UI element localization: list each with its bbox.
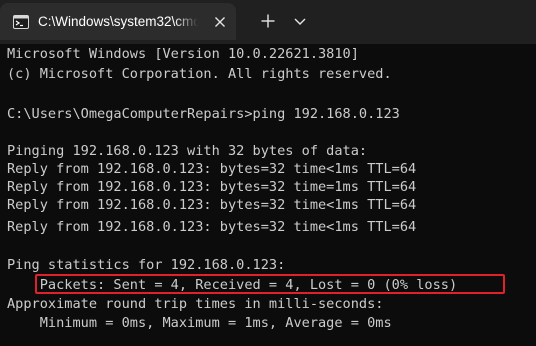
terminal-line: Minimum = 0ms, Maximum = 1ms, Average = … bbox=[7, 315, 392, 331]
terminal-line: Reply from 192.168.0.123: bytes=32 time=… bbox=[7, 179, 417, 195]
title-bar: C:\Windows\system32\cmd.exe bbox=[0, 0, 536, 44]
tab-title: C:\Windows\system32\cmd.exe bbox=[38, 14, 198, 29]
terminal-line: (c) Microsoft Corporation. All rights re… bbox=[7, 66, 392, 82]
terminal-window: C:\Windows\system32\cmd.exe Microsoft Wi… bbox=[0, 0, 536, 346]
chevron-down-icon[interactable] bbox=[292, 13, 308, 29]
terminal-line: Reply from 192.168.0.123: bytes=32 time<… bbox=[7, 219, 417, 235]
terminal-output[interactable]: Microsoft Windows [Version 10.0.22621.38… bbox=[7, 45, 532, 346]
tab-cmd[interactable]: C:\Windows\system32\cmd.exe bbox=[0, 3, 236, 40]
close-icon[interactable] bbox=[212, 14, 228, 30]
terminal-line: Ping statistics for 192.168.0.123: bbox=[7, 257, 286, 273]
terminal-line: Reply from 192.168.0.123: bytes=32 time<… bbox=[7, 197, 417, 213]
terminal-line: Microsoft Windows [Version 10.0.22621.38… bbox=[7, 46, 359, 62]
packets-highlight-box bbox=[35, 274, 505, 294]
cmd-prompt-icon bbox=[13, 15, 29, 29]
plus-icon[interactable] bbox=[258, 11, 278, 31]
terminal-line: Approximate round trip times in milli-se… bbox=[7, 296, 384, 312]
terminal-line: C:\Users\OmegaComputerRepairs>ping 192.1… bbox=[7, 106, 400, 122]
terminal-line: Reply from 192.168.0.123: bytes=32 time<… bbox=[7, 161, 417, 177]
terminal-line: Pinging 192.168.0.123 with 32 bytes of d… bbox=[7, 143, 368, 159]
